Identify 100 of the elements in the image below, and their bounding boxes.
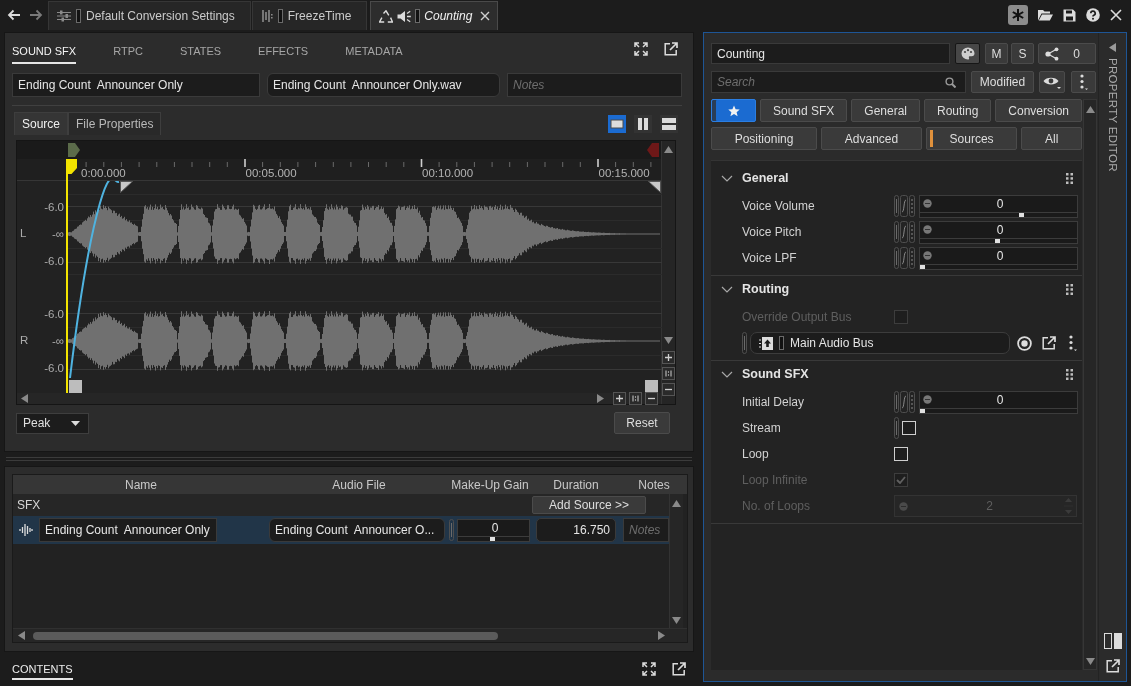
- popout-icon[interactable]: [1105, 659, 1120, 673]
- scroll-up-icon[interactable]: [664, 146, 673, 153]
- references-button[interactable]: 0: [1038, 43, 1096, 64]
- notes-field[interactable]: Notes: [623, 518, 669, 542]
- editor-tab[interactable]: STATES: [179, 38, 222, 64]
- document-tab[interactable]: Default Conversion Settings: [48, 1, 251, 30]
- column-header[interactable]: Duration: [531, 477, 621, 492]
- number-field[interactable]: 0: [919, 194, 1078, 212]
- solo-button[interactable]: S: [1011, 43, 1034, 64]
- end-marker-icon[interactable]: [647, 143, 659, 157]
- dotted-line-icon[interactable]: [909, 221, 915, 243]
- audio-file-field[interactable]: Ending Count Announcer Only.wav: [267, 73, 500, 97]
- slider-thumb[interactable]: [995, 238, 1000, 243]
- filter-button[interactable]: All: [1021, 127, 1083, 150]
- source-row[interactable]: Ending Count Announcer Only Ending Count Announcer O... 0 16.750 Notes: [13, 516, 669, 544]
- capsule-icon[interactable]: [894, 221, 899, 243]
- dotted-line-icon[interactable]: [909, 247, 915, 269]
- curve-icon[interactable]: [900, 221, 908, 243]
- back-arrow-icon[interactable]: [7, 9, 21, 21]
- zoom-fit-icon[interactable]: [662, 367, 675, 380]
- name-field[interactable]: Ending Count Announcer Only: [39, 518, 217, 542]
- side-by-side-view-icon[interactable]: [634, 114, 652, 133]
- expand-icon[interactable]: [642, 662, 656, 676]
- zoom-in-icon[interactable]: [613, 392, 626, 405]
- scroll-down-icon[interactable]: [672, 617, 681, 624]
- source-tab[interactable]: File Properties: [68, 112, 162, 135]
- editor-tab[interactable]: SOUND SFX: [12, 38, 77, 64]
- slider-thumb[interactable]: [1019, 212, 1024, 217]
- visibility-button[interactable]: [1039, 71, 1065, 93]
- chevron-down-icon[interactable]: [721, 370, 733, 378]
- grip-icon[interactable]: [1066, 172, 1073, 184]
- grip-icon[interactable]: [1066, 368, 1073, 380]
- asterisk-icon[interactable]: [1008, 5, 1028, 25]
- save-icon[interactable]: [1063, 8, 1076, 22]
- capsule-icon[interactable]: [742, 332, 747, 354]
- color-button[interactable]: [955, 43, 980, 64]
- capsule-icon[interactable]: [894, 391, 899, 413]
- scroll-right-icon[interactable]: [658, 631, 665, 640]
- reset-button[interactable]: Reset: [614, 412, 670, 434]
- object-name-field[interactable]: Counting: [711, 43, 950, 64]
- scroll-left-icon[interactable]: [21, 394, 28, 403]
- slider-track[interactable]: [919, 263, 1078, 270]
- filter-button[interactable]: Sound SFX: [760, 99, 848, 122]
- document-tab[interactable]: FreezeTime: [251, 1, 368, 30]
- panel-tab[interactable]: CONTENTS: [12, 658, 73, 680]
- search-input[interactable]: Search: [712, 72, 945, 92]
- dotted-line-icon[interactable]: [909, 391, 915, 413]
- duration-field[interactable]: 16.750: [536, 518, 616, 542]
- slider-track[interactable]: [919, 211, 1078, 218]
- filter-button[interactable]: General: [851, 99, 920, 122]
- scroll-left-icon[interactable]: [18, 631, 25, 640]
- stacked-view-icon[interactable]: [660, 114, 678, 133]
- mute-button[interactable]: M: [985, 43, 1008, 64]
- curve-icon[interactable]: [900, 391, 908, 413]
- zoom-out-icon[interactable]: [645, 392, 658, 405]
- bus-field[interactable]: Main Audio Bus: [750, 332, 1010, 354]
- help-icon[interactable]: [1086, 8, 1100, 22]
- dotted-line-icon[interactable]: [909, 195, 915, 217]
- chevron-down-icon[interactable]: [721, 285, 733, 293]
- scroll-down-icon[interactable]: [1085, 658, 1095, 665]
- search-field[interactable]: Search: [711, 71, 966, 93]
- number-field[interactable]: 0: [919, 390, 1078, 408]
- left-triangle-icon[interactable]: [1109, 43, 1116, 52]
- single-view-icon[interactable]: [608, 114, 626, 133]
- popout-icon[interactable]: [672, 662, 686, 676]
- slider-thumb[interactable]: [920, 408, 925, 413]
- name-field[interactable]: Ending Count Announcer Only: [12, 73, 260, 97]
- expand-icon[interactable]: [634, 42, 648, 56]
- scroll-right-icon[interactable]: [597, 394, 604, 403]
- scroll-up-icon[interactable]: [672, 500, 681, 507]
- editor-tab[interactable]: EFFECTS: [258, 38, 309, 64]
- column-header[interactable]: Audio File: [269, 477, 449, 492]
- modified-button[interactable]: Modified: [971, 71, 1034, 93]
- editor-tab[interactable]: METADATA: [345, 38, 403, 64]
- editor-tab[interactable]: RTPC: [113, 38, 143, 64]
- target-icon[interactable]: [1017, 335, 1032, 351]
- dropdown[interactable]: Peak: [16, 412, 89, 434]
- scrollbar-thumb[interactable]: [33, 631, 498, 640]
- slider-track[interactable]: [457, 535, 530, 542]
- filter-button[interactable]: Sources: [925, 127, 1018, 150]
- start-marker-icon[interactable]: [68, 143, 80, 157]
- capsule-icon[interactable]: [894, 247, 899, 269]
- trim-handle-icon[interactable]: [69, 380, 82, 393]
- scroll-down-icon[interactable]: [664, 337, 673, 344]
- document-tab[interactable]: Counting: [370, 1, 499, 30]
- more-button[interactable]: [1071, 71, 1096, 93]
- slider-track[interactable]: [919, 407, 1078, 414]
- number-field[interactable]: 0: [919, 220, 1078, 238]
- zoom-out-icon[interactable]: [662, 383, 675, 396]
- curve-icon[interactable]: [900, 195, 908, 217]
- capsule-icon[interactable]: [894, 195, 899, 217]
- filter-button[interactable]: Conversion: [995, 99, 1083, 122]
- split-view-icon[interactable]: [1103, 633, 1122, 649]
- close-icon[interactable]: [480, 11, 491, 21]
- popout-icon[interactable]: [664, 42, 678, 56]
- filter-button[interactable]: Routing: [924, 99, 992, 122]
- chevron-down-icon[interactable]: [721, 174, 733, 182]
- notes-field[interactable]: Notes: [507, 73, 682, 97]
- favorites-filter-button[interactable]: [711, 99, 756, 122]
- forward-arrow-icon[interactable]: [29, 9, 43, 21]
